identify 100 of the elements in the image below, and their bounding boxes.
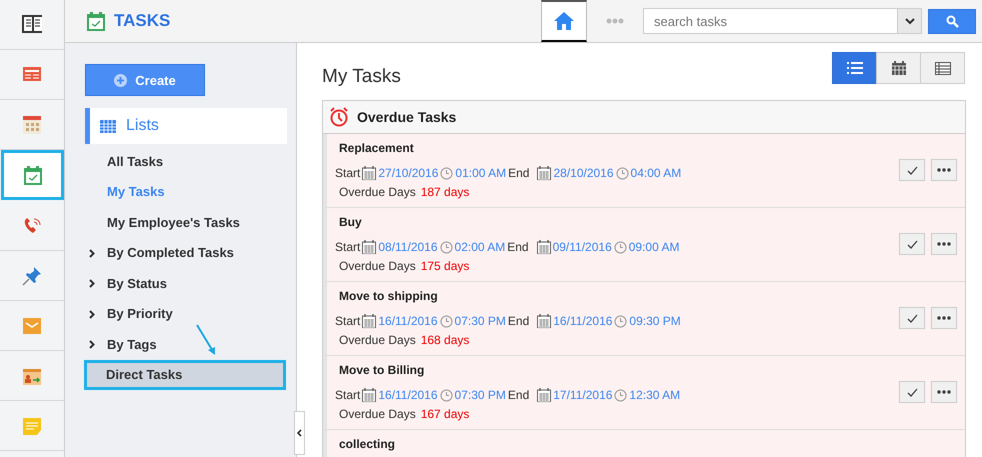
more-icon (937, 168, 951, 172)
lists-heading: Lists (126, 117, 159, 135)
calendar-icon (362, 240, 376, 254)
clock-icon (440, 314, 453, 328)
task-name: Move to Billing (339, 363, 426, 377)
more-button[interactable] (931, 233, 957, 255)
calendar-icon (362, 388, 376, 402)
book-icon (22, 14, 42, 34)
complete-button[interactable] (899, 233, 925, 255)
complete-button[interactable] (899, 381, 925, 403)
nav-item[interactable]: By Priority (85, 298, 287, 329)
start-label: Start (335, 166, 360, 180)
envelope-icon (22, 316, 42, 336)
view-toggle[interactable] (832, 52, 877, 84)
calendar-icon (892, 61, 906, 75)
task-calendar-icon (22, 165, 42, 185)
checkmark-icon (906, 314, 918, 322)
overdue-label: Overdue Days (339, 407, 416, 421)
clock-icon (440, 240, 453, 254)
phone-icon (22, 216, 42, 236)
checkmark-icon (906, 166, 918, 174)
search-button[interactable] (928, 8, 976, 34)
start-label: Start (335, 314, 360, 328)
overdue-label: Overdue Days (339, 259, 416, 273)
grid-icon (100, 120, 116, 132)
start-time: 02:00 AM (454, 240, 506, 254)
complete-button[interactable] (899, 307, 925, 329)
pushpin-icon (22, 266, 42, 286)
app-title: TASKS (114, 11, 170, 31)
nav-item[interactable]: All Tasks (85, 146, 287, 176)
task-calendar-icon (86, 10, 106, 32)
end-label: End (507, 240, 529, 254)
start-date: 16/11/2016 (378, 314, 438, 328)
alarm-clock-icon (329, 107, 349, 127)
end-date: 16/11/2016 (553, 314, 612, 328)
more-button[interactable] (931, 307, 957, 329)
list-icon (846, 62, 862, 74)
overdue-days: 175 days (420, 259, 470, 273)
home-button[interactable] (541, 0, 587, 42)
home-icon (553, 11, 575, 31)
nav-item[interactable]: Direct Tasks (84, 360, 286, 390)
chevron-left-icon (297, 429, 302, 437)
overdue-days: 187 days (420, 185, 470, 199)
table-icon (934, 62, 950, 74)
task-name: Move to shipping (339, 289, 439, 303)
nav-item[interactable]: By Completed Tasks (85, 238, 287, 268)
chevron-right-icon (89, 340, 95, 349)
plus-circle-icon (114, 74, 128, 86)
overdue-label: Overdue Days (339, 333, 416, 347)
end-label: End (508, 314, 530, 328)
calendar-icon (537, 314, 552, 328)
clock-icon (440, 388, 453, 402)
chevron-right-icon (89, 248, 95, 258)
nav-item[interactable]: By Status (85, 268, 287, 298)
end-date: 28/10/2016 (553, 166, 614, 180)
end-time: 04:00 AM (630, 166, 682, 180)
calendar-icon (536, 240, 551, 254)
more-icon (937, 390, 951, 394)
calendar-icon (362, 166, 376, 180)
start-time: 01:00 AM (455, 166, 506, 180)
start-date: 08/11/2016 (378, 240, 438, 254)
end-label: End (508, 166, 530, 180)
checkmark-icon (906, 240, 918, 248)
collapse-button[interactable] (294, 411, 305, 455)
task-name: Buy (339, 215, 363, 229)
complete-button[interactable] (899, 159, 925, 181)
chevron-down-icon (904, 18, 914, 24)
end-time: 09:30 PM (629, 314, 681, 328)
calendar-icon (537, 388, 552, 402)
nav-item[interactable]: My Employee's Tasks (85, 207, 287, 238)
task-name: collecting (339, 437, 396, 451)
start-time: 07:30 PM (454, 388, 506, 402)
sticky-note-icon (22, 416, 42, 436)
calendar-icon (22, 114, 42, 134)
calendar-icon (537, 166, 552, 180)
calendar-icon (362, 314, 376, 328)
end-date: 09/11/2016 (552, 240, 612, 254)
nav-item[interactable]: By Tags (85, 329, 287, 360)
clock-icon (614, 240, 627, 254)
clock-icon (614, 314, 628, 328)
chevron-right-icon (89, 279, 95, 288)
clock-icon (440, 166, 454, 180)
checkmark-icon (906, 388, 918, 396)
more-icon (606, 18, 624, 24)
task-name: Replacement (339, 141, 415, 155)
end-time: 09:00 AM (628, 240, 680, 254)
dropdown-button[interactable] (898, 8, 922, 34)
end-time: 12:30 AM (629, 388, 680, 402)
start-label: Start (335, 388, 360, 402)
more-button[interactable] (931, 159, 957, 181)
overdue-days: 167 days (420, 407, 470, 421)
more-icon (937, 242, 951, 246)
more-icon (937, 316, 951, 320)
start-date: 16/11/2016 (378, 388, 438, 402)
more-button[interactable] (931, 381, 957, 403)
section-title: Overdue Tasks (357, 109, 456, 125)
overdue-label: Overdue Days (339, 185, 416, 199)
chevron-right-icon (89, 310, 95, 318)
search-field[interactable]: search tasks (643, 8, 898, 34)
clock-icon (616, 166, 629, 180)
